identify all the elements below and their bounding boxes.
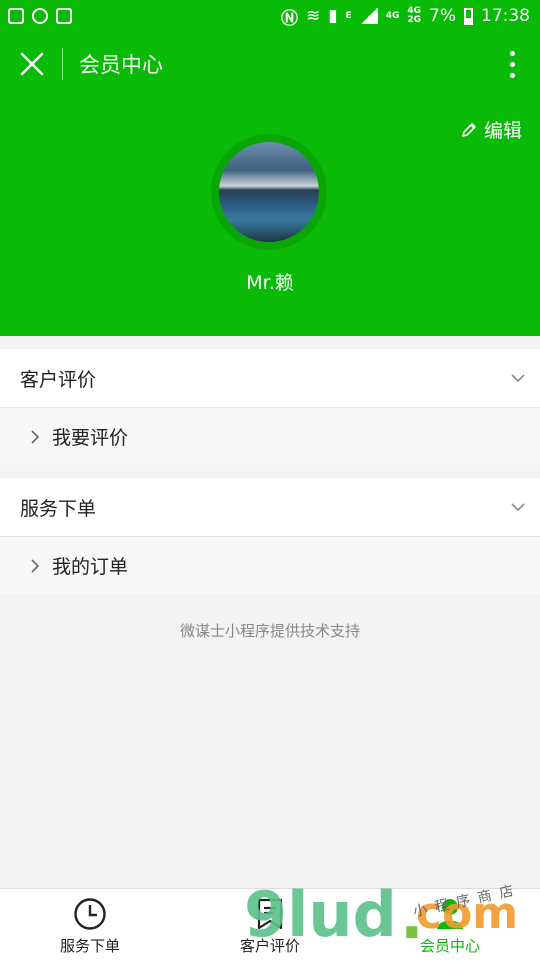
tab-label: 客户评价 bbox=[239, 937, 300, 955]
edit-profile-button[interactable]: 编辑 bbox=[460, 116, 522, 143]
tab-member-center[interactable]: 会员中心 bbox=[360, 889, 540, 961]
tab-customer-review[interactable]: 客户评价 bbox=[180, 889, 360, 961]
close-icon bbox=[20, 52, 44, 76]
navigation-bar: 会员中心 bbox=[0, 32, 540, 96]
app-notification-icon bbox=[32, 8, 48, 24]
download-notification-icon bbox=[56, 8, 72, 24]
section-title: 客户评价 bbox=[20, 368, 97, 391]
clock-time: 17:38 bbox=[481, 6, 530, 26]
tab-label: 服务下单 bbox=[59, 937, 120, 955]
nav-divider bbox=[62, 48, 63, 80]
status-bar: Ⓝ ≋ ▮ E 4G 4G 2G 7% 17:38 bbox=[0, 0, 540, 32]
network-type-4g: 4G bbox=[385, 10, 400, 21]
gallery-notification-icon bbox=[8, 8, 24, 24]
more-dot-icon bbox=[509, 50, 515, 56]
page-title: 会员中心 bbox=[79, 53, 163, 77]
chevron-right-icon bbox=[31, 558, 40, 573]
profile-header: 编辑 Mr.赖 bbox=[0, 96, 540, 336]
username: Mr.赖 bbox=[246, 272, 294, 294]
network-type-e: E bbox=[345, 10, 352, 21]
avatar[interactable] bbox=[219, 142, 319, 242]
list-item-my-orders[interactable]: 我的订单 bbox=[0, 536, 540, 594]
member-icon bbox=[437, 899, 463, 929]
edit-label: 编辑 bbox=[483, 120, 522, 142]
tab-service-order[interactable]: 服务下单 bbox=[0, 889, 180, 961]
sim-icon: ▮ bbox=[328, 6, 338, 26]
more-dot-icon bbox=[509, 72, 515, 78]
network-2g-label: 2G bbox=[407, 15, 422, 25]
network-type-4g-2g: 4G 2G bbox=[407, 7, 421, 25]
avatar-ring bbox=[211, 134, 327, 250]
more-dot-icon bbox=[509, 61, 515, 67]
list-item-label: 我的订单 bbox=[52, 556, 129, 578]
chevron-down-icon bbox=[511, 374, 525, 383]
list-item-label: 我要评价 bbox=[52, 427, 129, 449]
tab-bar: 服务下单 客户评价 会员中心 bbox=[0, 888, 540, 961]
pencil-icon bbox=[462, 122, 476, 137]
chevron-down-icon bbox=[511, 503, 525, 512]
wifi-icon: ≋ bbox=[305, 6, 321, 26]
tab-label: 会员中心 bbox=[419, 937, 480, 955]
review-icon bbox=[257, 898, 283, 930]
more-options-button[interactable] bbox=[502, 44, 522, 84]
list-item-write-review[interactable]: 我要评价 bbox=[0, 407, 540, 465]
chevron-right-icon bbox=[31, 429, 40, 444]
section-title: 服务下单 bbox=[20, 497, 97, 520]
section-service-order[interactable]: 服务下单 bbox=[0, 478, 540, 536]
close-button[interactable] bbox=[16, 48, 48, 80]
tech-support-footnote: 微谋士小程序提供技术支持 bbox=[179, 622, 360, 640]
nfc-icon: Ⓝ bbox=[280, 8, 298, 29]
signal-icon bbox=[359, 8, 378, 24]
clock-icon bbox=[74, 898, 106, 930]
battery-icon bbox=[464, 7, 473, 25]
battery-percent: 7% bbox=[429, 6, 456, 26]
section-customer-review[interactable]: 客户评价 bbox=[0, 349, 540, 407]
